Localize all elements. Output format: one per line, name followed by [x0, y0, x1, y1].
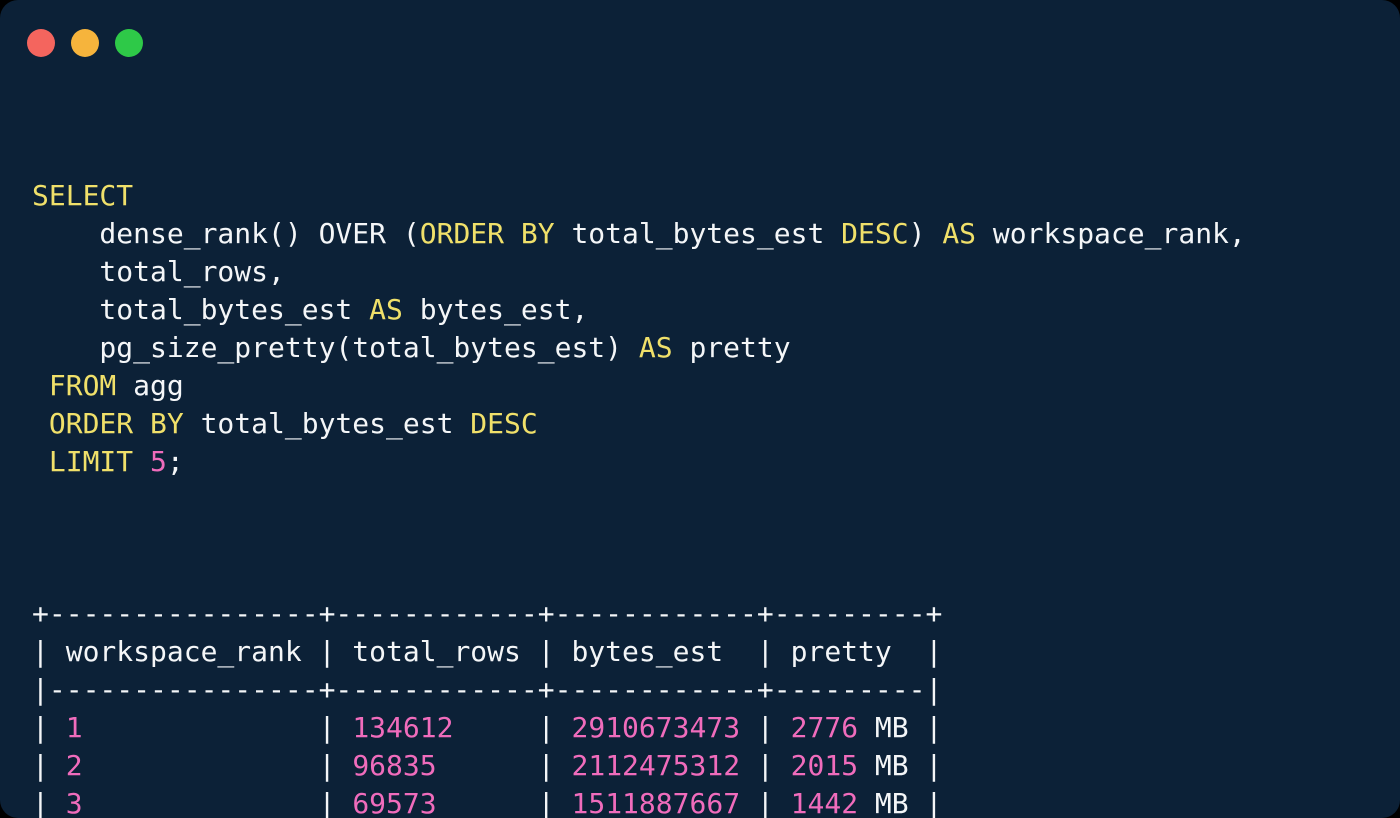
terminal-content: SELECT dense_rank() OVER (ORDER BY total… [32, 101, 1390, 818]
code-segment [555, 787, 572, 818]
code-segment: 1442 [791, 787, 858, 818]
code-segment: 1511887667 [571, 787, 740, 818]
table-row: | 2 | 96835 | 2112475312 | 2015 MB | [32, 747, 1390, 785]
code-segment: 1 [66, 711, 83, 744]
query-result-table: +----------------+------------+---------… [32, 595, 1390, 818]
code-segment: 3 [66, 787, 83, 818]
sql-query-code: SELECT dense_rank() OVER (ORDER BY total… [32, 177, 1390, 481]
terminal-window: SELECT dense_rank() OVER (ORDER BY total… [0, 0, 1400, 818]
code-segment: | [740, 711, 774, 744]
code-segment: pretty [673, 331, 791, 364]
code-segment: MB [858, 711, 909, 744]
code-segment: |----------------+------------+---------… [32, 673, 942, 706]
code-segment: 134612 [352, 711, 453, 744]
code-segment [774, 787, 791, 818]
code-segment [32, 369, 49, 402]
code-segment: | [32, 635, 49, 668]
code-segment: | [32, 749, 49, 782]
code-segment [32, 407, 49, 440]
code-segment: 2112475312 [571, 749, 740, 782]
code-segment: 96835 [352, 749, 436, 782]
code-line: dense_rank() OVER (ORDER BY total_bytes_… [32, 215, 1390, 253]
code-segment [555, 711, 572, 744]
code-segment: | [83, 749, 336, 782]
code-segment: | [909, 749, 943, 782]
code-segment: ) [909, 217, 943, 250]
code-segment: total_rows | [335, 635, 554, 668]
code-segment: total_bytes_est [555, 217, 842, 250]
code-segment: | [437, 787, 555, 818]
table-header-row: | workspace_rank | total_rows | bytes_es… [32, 633, 1390, 671]
code-segment: pretty | [774, 635, 943, 668]
table-row: | 3 | 69573 | 1511887667 | 1442 MB | [32, 785, 1390, 818]
code-segment: | [909, 787, 943, 818]
code-segment: | [83, 711, 336, 744]
code-segment: | [83, 787, 336, 818]
code-segment: MB [858, 787, 909, 818]
table-row: | 1 | 134612 | 2910673473 | 2776 MB | [32, 709, 1390, 747]
code-line: FROM agg [32, 367, 1390, 405]
code-segment [774, 711, 791, 744]
code-segment: total_bytes_est [184, 407, 471, 440]
code-segment [555, 749, 572, 782]
minimize-button[interactable] [71, 29, 99, 57]
code-segment: 5 [150, 445, 167, 478]
code-segment [133, 445, 150, 478]
code-line: LIMIT 5; [32, 443, 1390, 481]
code-segment: ORDER BY [49, 407, 184, 440]
code-line: ORDER BY total_bytes_est DESC [32, 405, 1390, 443]
code-segment: LIMIT [49, 445, 133, 478]
code-segment: FROM [49, 369, 116, 402]
code-segment: AS [639, 331, 673, 364]
code-line: total_bytes_est AS bytes_est, [32, 291, 1390, 329]
code-segment [49, 787, 66, 818]
code-segment: | [453, 711, 554, 744]
code-segment: | [740, 787, 774, 818]
code-segment: 2015 [791, 749, 858, 782]
code-segment: DESC [470, 407, 537, 440]
code-segment: | [437, 749, 555, 782]
window-controls [27, 29, 143, 57]
code-segment: | [909, 711, 943, 744]
code-segment [335, 711, 352, 744]
code-segment: AS [942, 217, 976, 250]
code-segment: | [740, 749, 774, 782]
code-segment: DESC [841, 217, 908, 250]
code-segment: 69573 [352, 787, 436, 818]
code-segment: bytes_est | [555, 635, 774, 668]
code-segment: workspace_rank, [976, 217, 1246, 250]
code-line: total_rows, [32, 253, 1390, 291]
code-segment [335, 787, 352, 818]
code-line: SELECT [32, 177, 1390, 215]
code-segment: MB [858, 749, 909, 782]
table-header-separator: |----------------+------------+---------… [32, 671, 1390, 709]
zoom-button[interactable] [115, 29, 143, 57]
code-segment: total_bytes_est [32, 293, 369, 326]
code-segment: workspace_rank | [49, 635, 336, 668]
code-segment: ; [167, 445, 184, 478]
code-segment [774, 749, 791, 782]
code-segment: 2776 [791, 711, 858, 744]
code-segment: ORDER BY [420, 217, 555, 250]
code-segment: | [32, 787, 49, 818]
table-border-top: +----------------+------------+---------… [32, 595, 1390, 633]
code-segment: +----------------+------------+---------… [32, 597, 942, 630]
close-button[interactable] [27, 29, 55, 57]
code-segment: total_rows, [32, 255, 285, 288]
code-segment: SELECT [32, 179, 133, 212]
code-segment [32, 445, 49, 478]
code-segment: | [32, 711, 49, 744]
code-segment [335, 749, 352, 782]
code-segment: pg_size_pretty(total_bytes_est) [32, 331, 639, 364]
code-segment: agg [116, 369, 183, 402]
code-segment [49, 711, 66, 744]
code-line: pg_size_pretty(total_bytes_est) AS prett… [32, 329, 1390, 367]
code-segment: 2910673473 [571, 711, 740, 744]
code-segment: AS [369, 293, 403, 326]
code-segment: 2 [66, 749, 83, 782]
code-segment [49, 749, 66, 782]
code-segment: bytes_est, [403, 293, 588, 326]
code-segment: dense_rank() OVER ( [32, 217, 420, 250]
